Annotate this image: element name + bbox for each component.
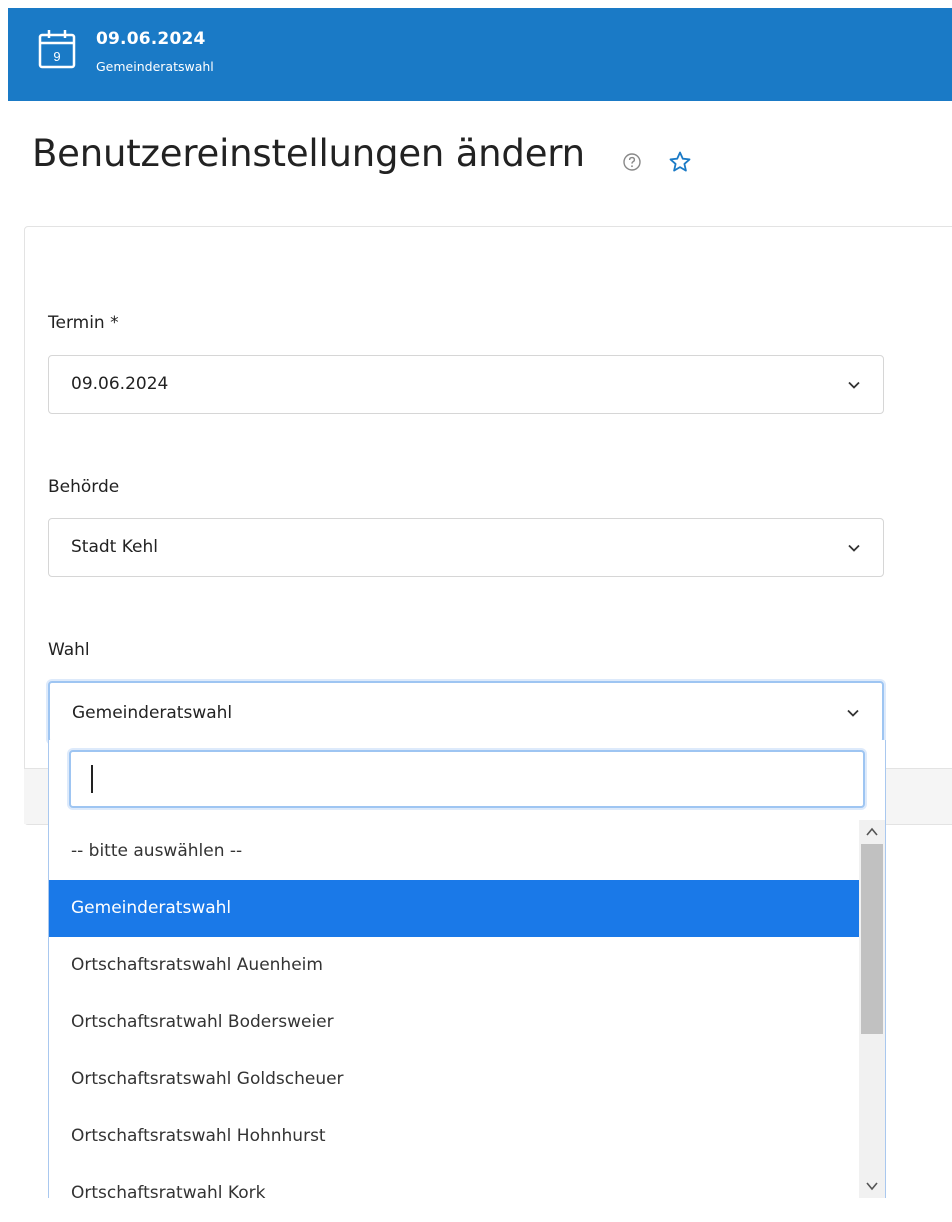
dropdown-search-input[interactable]	[69, 750, 865, 808]
dropdown-scrollbar[interactable]	[859, 820, 885, 1198]
chevron-down-icon	[847, 709, 859, 717]
chevron-down-icon	[848, 544, 860, 552]
scrollbar-thumb[interactable]	[861, 844, 883, 1034]
help-circle-icon[interactable]	[622, 152, 642, 172]
wahl-value: Gemeinderatswahl	[72, 703, 233, 723]
wahl-dropdown: -- bitte auswählen -- Gemeinderatswahl O…	[48, 740, 886, 1203]
behoerde-value: Stadt Kehl	[71, 537, 158, 557]
header-date: 09.06.2024	[96, 29, 206, 49]
dropdown-option[interactable]: Ortschaftsratswahl Hohnhurst	[49, 1108, 859, 1165]
header-bar: 9 09.06.2024 Gemeinderatswahl	[8, 8, 952, 101]
scroll-up-icon[interactable]	[865, 826, 879, 838]
star-icon[interactable]	[668, 150, 692, 174]
termin-label: Termin *	[48, 313, 119, 333]
chevron-down-icon	[848, 381, 860, 389]
page-title: Benutzereinstellungen ändern	[32, 132, 585, 175]
dropdown-option[interactable]: Ortschaftsratwahl Kork	[49, 1165, 859, 1222]
termin-value: 09.06.2024	[71, 374, 169, 394]
calendar-day: 9	[53, 49, 60, 64]
behoerde-select[interactable]: Stadt Kehl	[48, 518, 884, 577]
text-caret	[91, 765, 93, 793]
dropdown-option[interactable]: Ortschaftsratwahl Bodersweier	[49, 994, 859, 1051]
termin-select[interactable]: 09.06.2024	[48, 355, 884, 414]
wahl-label: Wahl	[48, 640, 90, 660]
behoerde-label: Behörde	[48, 477, 120, 497]
dropdown-option[interactable]: Ortschaftsratswahl Auenheim	[49, 937, 859, 994]
dropdown-option[interactable]: -- bitte auswählen --	[49, 823, 859, 880]
calendar-icon: 9	[38, 30, 76, 69]
header-subtitle: Gemeinderatswahl	[96, 59, 214, 74]
wahl-select[interactable]: Gemeinderatswahl	[48, 681, 884, 743]
dropdown-option[interactable]: Ortschaftsratswahl Goldscheuer	[49, 1051, 859, 1108]
dropdown-option-selected[interactable]: Gemeinderatswahl	[49, 880, 859, 937]
dropdown-options: -- bitte auswählen -- Gemeinderatswahl O…	[49, 823, 859, 1222]
scroll-down-icon[interactable]	[865, 1180, 879, 1192]
